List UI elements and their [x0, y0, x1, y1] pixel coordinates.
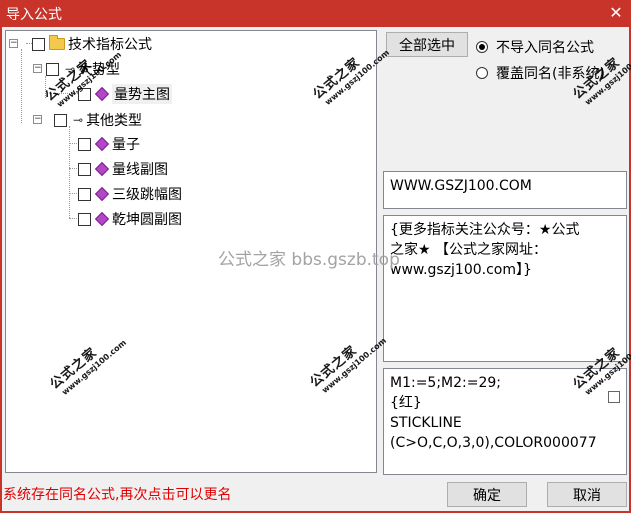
collapse-toggle[interactable]: −	[33, 64, 42, 73]
tree-connector	[69, 126, 70, 218]
formula-gem-icon	[94, 211, 110, 227]
description-line: {更多指标关注公众号：★公式	[390, 222, 580, 238]
code-line: STICKLINE	[390, 415, 462, 431]
tree-item[interactable]: 量势主图	[78, 83, 172, 105]
tree-connector	[21, 49, 22, 123]
tree-item[interactable]: 乾坤圆副图	[78, 208, 182, 230]
status-message: 系统存在同名公式,再次点击可以更名	[3, 487, 232, 503]
description-line: www.gszj100.com】}	[390, 262, 532, 278]
tree-item-label: 三级跳幅图	[112, 187, 182, 203]
site-box: WWW.GSZJ100.COM	[383, 171, 627, 209]
root-checkbox[interactable]	[32, 37, 45, 51]
tree-item[interactable]: 三级跳幅图	[78, 183, 182, 205]
formula-gem-icon	[94, 86, 110, 102]
collapse-toggle[interactable]: −	[33, 115, 42, 124]
code-box-checkbox[interactable]	[608, 391, 620, 403]
tree-item-label: 量子	[112, 137, 140, 153]
group-key-icon: ⊸	[73, 113, 84, 127]
site-text: WWW.GSZJ100.COM	[390, 178, 532, 194]
group-checkbox[interactable]	[46, 62, 59, 76]
item-checkbox[interactable]	[78, 187, 91, 201]
formula-gem-icon	[94, 136, 110, 152]
item-checkbox[interactable]	[78, 162, 91, 176]
group-checkbox[interactable]	[54, 113, 67, 127]
code-line: (C>O,C,O,3,0),COLOR000077	[390, 435, 597, 451]
tree-item-label: 乾坤圆副图	[112, 212, 182, 228]
cancel-button[interactable]: 取消	[547, 482, 627, 507]
tree-item-label: 量势主图	[112, 84, 172, 104]
collapse-toggle[interactable]: −	[9, 39, 18, 48]
window-title: 导入公式	[6, 7, 62, 23]
tree-item-label: 量线副图	[112, 162, 168, 178]
folder-icon	[49, 35, 65, 50]
formula-gem-icon	[94, 161, 110, 177]
description-box: {更多指标关注公众号：★公式 之家★ 【公式之家网址： www.gszj100.…	[383, 215, 627, 362]
tree-item[interactable]: 量线副图	[78, 158, 168, 180]
formula-gem-icon	[94, 186, 110, 202]
option-skip-label: 不导入同名公式	[496, 40, 594, 56]
radio-on-icon[interactable]	[476, 41, 488, 53]
tree-item[interactable]: 量子	[78, 133, 140, 155]
title-bar: 导入公式 ✕	[0, 0, 631, 27]
ok-button[interactable]: 确定	[447, 482, 527, 507]
radio-off-icon[interactable]	[476, 67, 488, 79]
option-skip-radio[interactable]: 不导入同名公式	[476, 37, 594, 57]
close-icon[interactable]: ✕	[601, 0, 631, 27]
tree-group[interactable]: ⊸ 其他类型	[54, 109, 142, 131]
item-checkbox[interactable]	[78, 137, 91, 151]
item-checkbox[interactable]	[78, 212, 91, 226]
tree-group-label: 其他类型	[86, 113, 143, 129]
description-line: 之家★ 【公式之家网址：	[390, 242, 548, 258]
center-watermark: 公式之家 bbs.gszb.top	[218, 250, 400, 270]
select-all-button[interactable]: 全部选中	[386, 32, 468, 57]
